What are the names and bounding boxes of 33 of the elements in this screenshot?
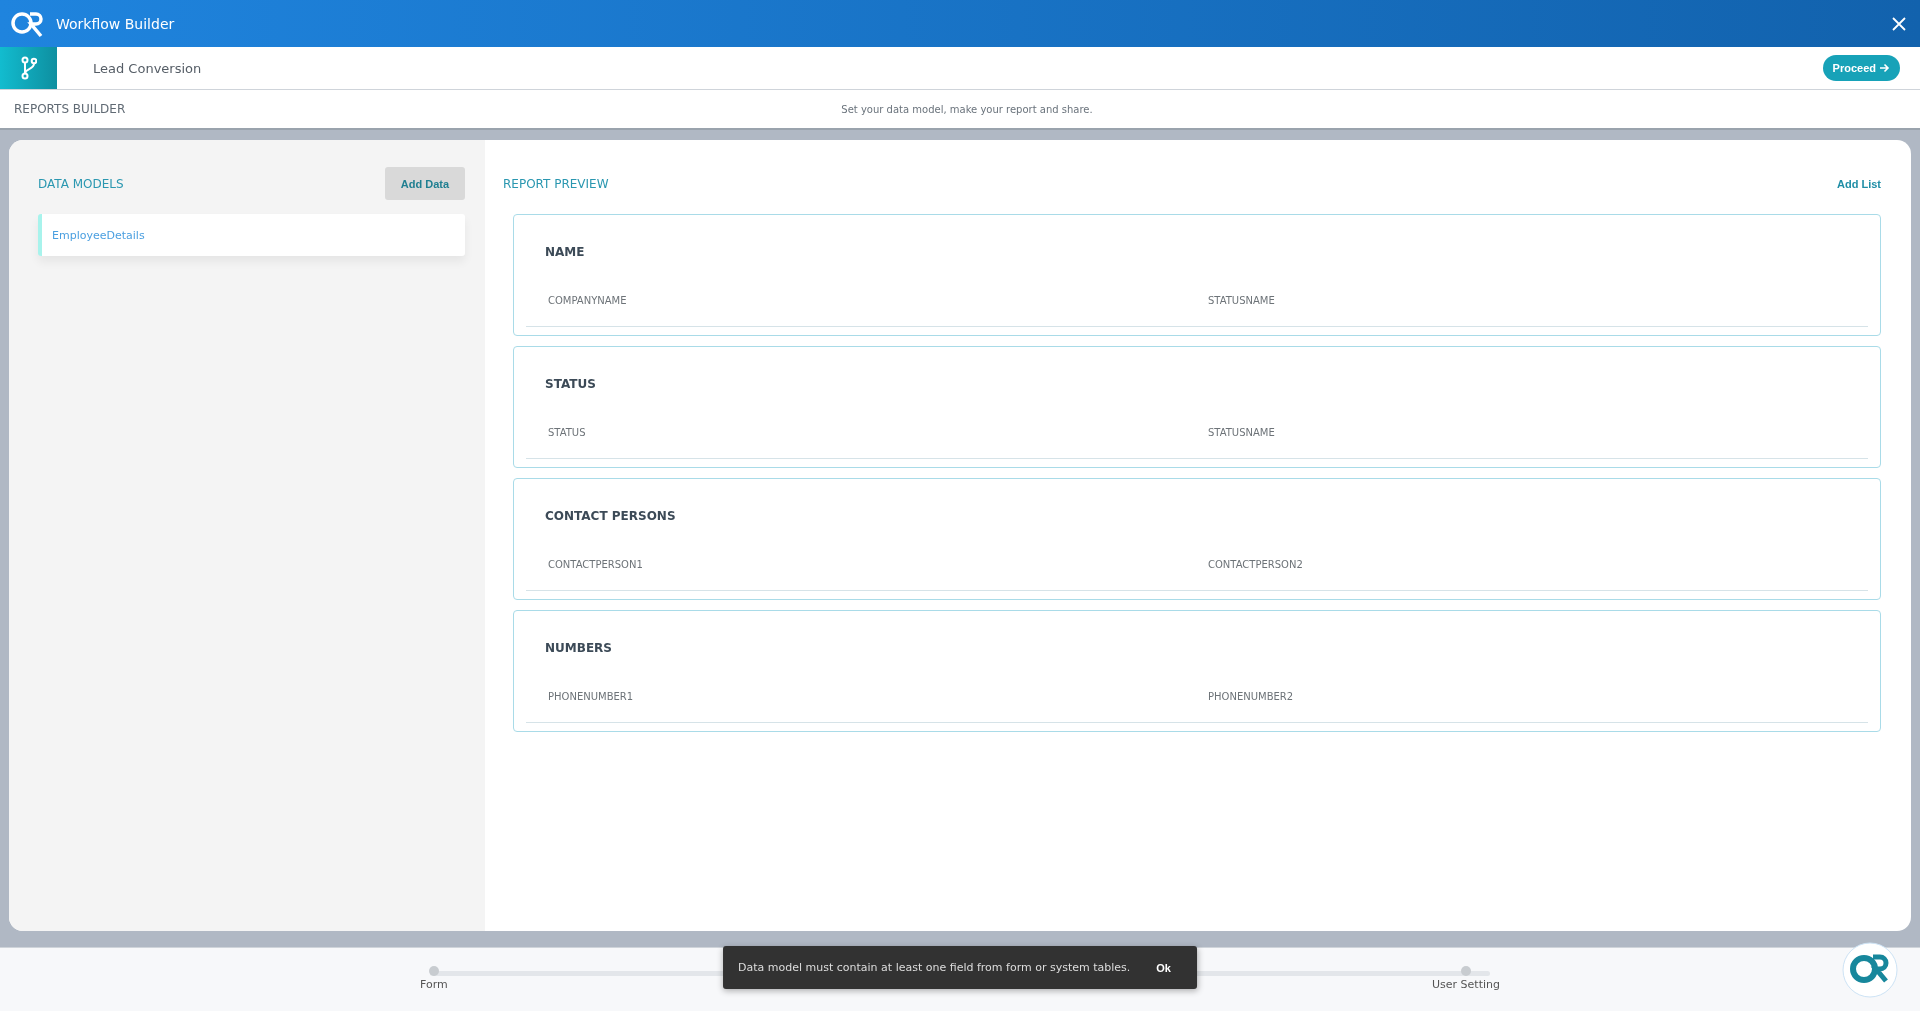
field-label: STATUSNAME [1208,427,1276,438]
add-data-button[interactable]: Add Data [385,167,465,200]
logo-icon[interactable] [1842,942,1898,998]
step-dot [428,966,439,976]
step-dot [1461,966,1471,976]
list-title: NAME [544,245,586,259]
field-label: STATUSNAME [1208,295,1276,306]
toast-message: Data model must contain at least one field from form or system tables. [738,961,1131,974]
list-title: NUMBERS [544,641,613,655]
add-list-link[interactable]: Add List [1837,177,1881,190]
workflow-name: Lead Conversion [93,60,203,76]
branch-icon[interactable] [0,47,57,89]
data-model-item[interactable]: EmployeeDetails [38,214,465,256]
step-label[interactable]: Form [420,978,448,991]
step-label[interactable]: User Setting [1432,978,1500,991]
panel-title: REPORT PREVIEW [503,176,609,191]
field-label: STATUS [548,427,587,438]
ok-button[interactable]: Ok [1150,960,1177,975]
window-title: Workflow Builder [56,15,176,32]
panel-title: DATA MODELS [38,176,124,191]
field-label: CONTACTPERSON2 [1208,559,1304,570]
section-title: REPORTS BUILDER [14,102,126,116]
field-label: CONTACTPERSON1 [548,559,644,570]
close-button[interactable] [1892,16,1906,31]
list-title: CONTACT PERSONS [544,509,677,523]
field-label: PHONENUMBER2 [1208,691,1295,702]
proceed-button[interactable]: Proceed [1822,55,1900,81]
section-subtitle: Set your data model, make your report and share. [841,103,1093,115]
field-label: COMPANYNAME [548,295,628,306]
logo-icon [10,9,46,38]
list-title: STATUS [544,377,597,391]
field-label: PHONENUMBER1 [548,691,635,702]
arrow-icon [1879,63,1890,73]
